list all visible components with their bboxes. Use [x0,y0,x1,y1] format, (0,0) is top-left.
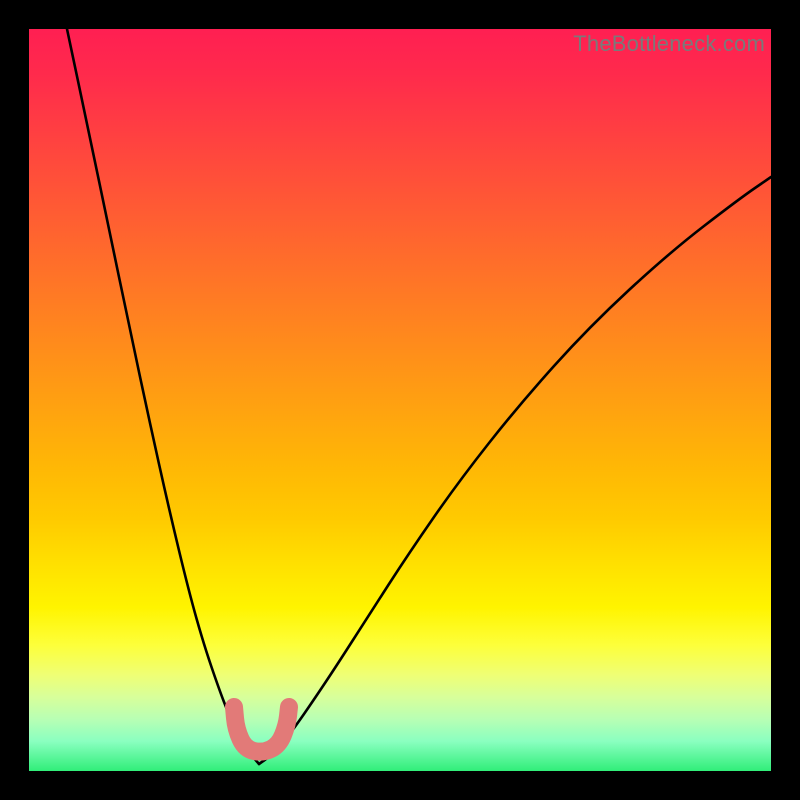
curve-left-branch [67,29,259,764]
chart-svg [29,29,771,771]
curve-right-branch [259,177,771,764]
green-zone-bracket [234,707,289,752]
chart-frame: TheBottleneck.com [0,0,800,800]
plot-area: TheBottleneck.com [29,29,771,771]
